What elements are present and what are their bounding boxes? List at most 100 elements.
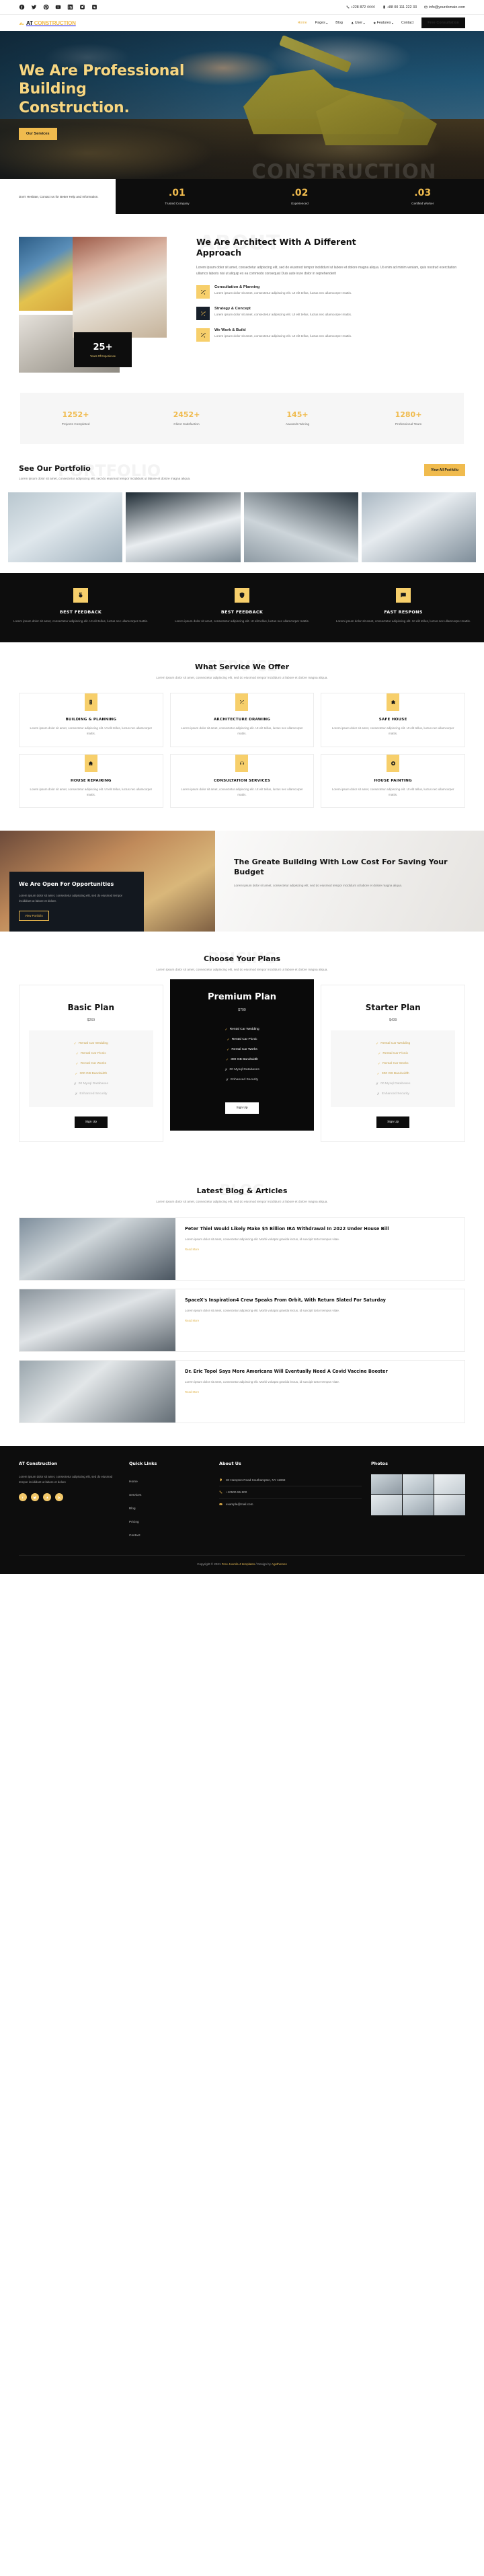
- view-all-portfolio-button[interactable]: View All Portfolio: [424, 464, 465, 476]
- footer-link-pricing[interactable]: Pricing: [129, 1521, 139, 1524]
- service-card-consultation-services[interactable]: CONSULTATION SERVICES Lorem ipsum dolor …: [169, 753, 315, 808]
- facebook-icon[interactable]: [19, 1493, 27, 1502]
- hero-stat-2-number: .02: [291, 187, 309, 198]
- about-feature-3-title: We Work & Build: [214, 328, 246, 332]
- footer-photo-6[interactable]: [434, 1494, 465, 1515]
- youtube-icon[interactable]: [55, 4, 61, 10]
- feedback-card-2: BEST FEEDBACK Lorem ipsum dolor sit amet…: [161, 588, 323, 624]
- footer-links-list: Home Services Blog Pricing Contact: [129, 1474, 210, 1542]
- twitter-icon[interactable]: [31, 1493, 39, 1502]
- vimeo-icon[interactable]: [43, 1493, 51, 1502]
- pricing-plan-premium: Premium Plan $799 ✓ Rental Car Wedding ✓ R…: [169, 979, 315, 1131]
- portfolio-item-4[interactable]: [361, 492, 476, 563]
- plan-feature-label: Enhanced Security: [381, 1092, 409, 1096]
- plan-feature: ✗ Enhanced Security: [335, 1089, 451, 1099]
- experience-number: 25+: [93, 342, 113, 352]
- footer-photo-5[interactable]: [403, 1494, 434, 1515]
- copyright-link-2[interactable]: Agethemes: [272, 1562, 287, 1566]
- plan-feature: ✗ Enhanced Security: [184, 1075, 300, 1085]
- footer-link-contact[interactable]: Contact: [129, 1534, 140, 1538]
- rss-icon[interactable]: [55, 1493, 63, 1502]
- plan-feature: ✓ Rental Car Wedding: [335, 1038, 451, 1049]
- free-consultation-button[interactable]: Free Consultation: [421, 17, 465, 28]
- vk-icon[interactable]: [91, 4, 97, 10]
- footer-link-blog[interactable]: Blog: [129, 1507, 136, 1511]
- plan-feature-label: 00 Mysql Databases: [380, 1082, 411, 1086]
- plan-feature-label: 300 GB Bandwidth: [231, 1058, 258, 1062]
- footer-photo-2[interactable]: [403, 1474, 434, 1494]
- blog-post-2[interactable]: SpaceX's Inspiration4 Crew Speaks From O…: [19, 1288, 465, 1352]
- footer-link-home[interactable]: Home: [129, 1480, 138, 1484]
- view-portfolio-button[interactable]: View Portfolio: [19, 910, 49, 921]
- portfolio-item-1[interactable]: [8, 492, 123, 563]
- facebook-icon[interactable]: [19, 4, 25, 10]
- service-card-building-planning[interactable]: BUILDING & PLANNING Lorem ipsum dolor si…: [19, 693, 163, 747]
- service-card-2-text: Lorem ipsum dolor sit amet, consectetur …: [181, 726, 303, 736]
- portfolio-section: PORTFOLIO See Our Portfolio Lorem ipsum …: [0, 444, 484, 563]
- hero-content: We Are Professional Building Constructio…: [0, 31, 484, 140]
- site-logo[interactable]: AT CONSTRUCTION: [19, 20, 76, 26]
- portfolio-item-3[interactable]: [243, 492, 358, 563]
- about-section: 25+ Years Of Experience ABOUT We Are Arc…: [0, 214, 484, 373]
- plan-feature-label: Rental Car Works: [80, 1062, 107, 1066]
- service-card-house-repairing[interactable]: HOUSE REPAIRING Lorem ipsum dolor sit am…: [19, 753, 163, 808]
- nav-item-home[interactable]: Home: [298, 21, 307, 25]
- phone-1-text: +228 872 4444: [350, 5, 375, 9]
- nav-item-features[interactable]: Features ▾: [373, 21, 393, 25]
- plan-feature: ✓ 300 GB Bandwidth: [335, 1069, 451, 1079]
- blog-post-1[interactable]: Peter Thiel Would Likely Make $5 Billion…: [19, 1217, 465, 1281]
- portfolio-item-2[interactable]: [126, 492, 241, 563]
- feedback-card-3: FAST RESPONS Lorem ipsum dolor sit amet,…: [323, 588, 484, 624]
- blog-post-2-image: [19, 1289, 175, 1351]
- hero-stat-1: .01 Trusted Company: [116, 188, 239, 205]
- nav-item-user[interactable]: User ▾: [351, 21, 365, 25]
- hero-stats: .01 Trusted Company .02 Experienced .03 …: [116, 179, 484, 214]
- shield-icon: [235, 588, 249, 603]
- pricing-plan-premium-signup[interactable]: Sign Up: [225, 1102, 259, 1114]
- footer-photo-4[interactable]: [371, 1494, 402, 1515]
- nav-item-contact[interactable]: Contact: [401, 21, 413, 25]
- service-card-house-painting[interactable]: HOUSE PAINTING Lorem ipsum dolor sit ame…: [321, 753, 465, 808]
- about-feature-1-text: Lorem ipsum dolor sit amet, consectetur …: [214, 291, 352, 295]
- twitter-icon[interactable]: [31, 4, 37, 10]
- blog-post-3[interactable]: Dr. Eric Topol Says More Americans Will …: [19, 1359, 465, 1423]
- blog-post-1-read-more[interactable]: Read More: [185, 1248, 199, 1251]
- home-icon: [387, 693, 400, 712]
- hero-stat-2-label: Experienced: [291, 201, 309, 205]
- pricing-plan-starter-signup[interactable]: Sign Up: [376, 1116, 410, 1129]
- portfolio-heading: See Our Portfolio: [19, 464, 91, 473]
- footer-photo-grid: [371, 1474, 465, 1515]
- cross-icon: ✗: [225, 1077, 229, 1082]
- service-card-4-title: HOUSE REPAIRING: [71, 778, 112, 783]
- portfolio-header: PORTFOLIO See Our Portfolio Lorem ipsum …: [0, 461, 484, 482]
- instagram-icon[interactable]: [79, 4, 85, 10]
- check-icon: ✓: [378, 1051, 381, 1056]
- our-services-button[interactable]: Our Services: [19, 127, 57, 140]
- hammer-icon: [84, 754, 97, 772]
- experience-label: Years Of Experience: [89, 354, 116, 358]
- about-image-2: [73, 237, 167, 338]
- service-card-1-title: BUILDING & PLANNING: [65, 718, 117, 722]
- opportunity-card: We Are Open For Opportunities Lorem ipsu…: [9, 872, 144, 932]
- blog-text: Lorem ipsum dolor sit amet, consectetur …: [156, 1200, 328, 1204]
- nav-item-pages[interactable]: Pages ▾: [315, 21, 328, 25]
- blog-post-3-read-more[interactable]: Read More: [185, 1390, 199, 1394]
- footer-photo-1[interactable]: [371, 1474, 402, 1494]
- footer-photo-3[interactable]: [434, 1474, 465, 1494]
- hero-stat-3-number: .03: [414, 187, 432, 198]
- pinterest-icon[interactable]: [43, 4, 49, 10]
- pricing-plan-basic-signup[interactable]: Sign Up: [74, 1116, 108, 1129]
- copyright-link-1[interactable]: Free Joomla 4 templates: [222, 1562, 255, 1566]
- plan-feature: ✗ 00 Mysql Databases: [184, 1065, 300, 1075]
- blog-post-1-body: Peter Thiel Would Likely Make $5 Billion…: [175, 1218, 465, 1280]
- blog-post-2-read-more[interactable]: Read More: [185, 1319, 199, 1322]
- logo-text: AT CONSTRUCTION: [26, 20, 76, 26]
- counter-1-number: 1252+: [62, 410, 89, 419]
- nav-item-blog[interactable]: Blog: [335, 21, 343, 25]
- service-card-safe-house[interactable]: SAFE HOUSE Lorem ipsum dolor sit amet, c…: [321, 693, 465, 747]
- linkedin-icon[interactable]: [67, 4, 73, 10]
- plan-feature: ✓ Rental Car Picnic: [184, 1034, 300, 1045]
- service-card-architecture-drawing[interactable]: ARCHITECTURE DRAWING Lorem ipsum dolor s…: [169, 693, 315, 747]
- footer-link-services[interactable]: Services: [129, 1494, 141, 1497]
- plan-feature-label: Rental Car Picnic: [81, 1052, 106, 1056]
